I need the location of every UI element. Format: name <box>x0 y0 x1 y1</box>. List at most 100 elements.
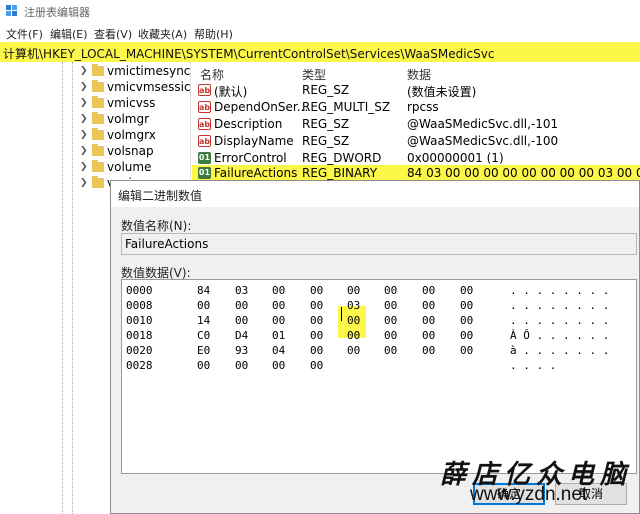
hex-byte[interactable]: 00 <box>235 359 248 372</box>
chevron-right-icon[interactable]: ❯ <box>80 162 88 172</box>
value-data: 0x00000001 (1) <box>407 151 504 165</box>
hex-ascii: À Ô . . . . . . <box>510 329 610 342</box>
list-item[interactable]: ab DisplayName REG_SZ @WaaSMedicSvc.dll,… <box>192 133 640 150</box>
hex-offset: 0008 <box>126 299 153 312</box>
hex-byte[interactable]: 04 <box>272 344 285 357</box>
text-caret <box>341 307 342 321</box>
hex-ascii: . . . . . . . . <box>510 314 610 327</box>
chevron-right-icon[interactable]: ❯ <box>80 178 88 188</box>
hex-byte[interactable]: 00 <box>460 344 473 357</box>
value-data: rpcss <box>407 100 439 114</box>
hex-byte[interactable]: 00 <box>384 329 397 342</box>
chevron-right-icon[interactable]: ❯ <box>80 130 88 140</box>
folder-icon <box>92 160 104 172</box>
hex-byte[interactable]: 00 <box>384 284 397 297</box>
hex-byte[interactable]: 14 <box>197 314 210 327</box>
hex-byte[interactable]: 00 <box>235 299 248 312</box>
hex-byte[interactable]: 00 <box>422 329 435 342</box>
hex-byte[interactable]: C0 <box>197 329 210 342</box>
menu-edit[interactable]: 编辑(E) <box>50 26 88 42</box>
tree-item-label: volume <box>107 160 152 174</box>
chevron-right-icon[interactable]: ❯ <box>80 146 88 156</box>
menu-view[interactable]: 查看(V) <box>94 26 132 42</box>
hex-byte[interactable]: E0 <box>197 344 210 357</box>
watermark-url: www.yzdn.net <box>470 484 588 505</box>
hex-byte[interactable]: 93 <box>235 344 248 357</box>
menu-file[interactable]: 文件(F) <box>6 26 43 42</box>
tree-item-label: vmicvmsessic <box>107 80 191 94</box>
hex-byte[interactable]: 00 <box>310 344 323 357</box>
hex-ascii: . . . . . . . . <box>510 284 610 297</box>
hex-byte[interactable]: 00 <box>460 284 473 297</box>
hex-ascii: . . . . <box>510 359 557 372</box>
column-type-header[interactable]: 类型 <box>302 66 326 83</box>
hex-byte[interactable]: 00 <box>310 284 323 297</box>
hex-byte[interactable]: 00 <box>310 329 323 342</box>
values-list[interactable]: 名称 类型 数据 ab (默认) REG_SZ (数值未设置) ab Depen… <box>192 62 640 182</box>
hex-byte[interactable]: 00 <box>422 299 435 312</box>
value-name: FailureActions <box>214 166 298 180</box>
hex-byte[interactable]: 00 <box>310 299 323 312</box>
binary-value-icon: 01 <box>198 167 211 179</box>
hex-byte[interactable]: 00 <box>422 344 435 357</box>
hex-byte[interactable]: 00 <box>310 359 323 372</box>
hex-byte[interactable]: 00 <box>197 359 210 372</box>
address-path[interactable]: 计算机\HKEY_LOCAL_MACHINE\SYSTEM\CurrentCon… <box>3 45 494 62</box>
list-item[interactable]: ab DependOnSer... REG_MULTI_SZ rpcss <box>192 99 640 116</box>
menu-favorites[interactable]: 收藏夹(A) <box>138 26 187 42</box>
value-name: ErrorControl <box>214 151 287 165</box>
tree-guide-line <box>72 62 73 514</box>
chevron-right-icon[interactable]: ❯ <box>80 114 88 124</box>
value-name-text: FailureActions <box>125 237 209 251</box>
column-data-header[interactable]: 数据 <box>407 66 431 83</box>
hex-byte[interactable]: 84 <box>197 284 210 297</box>
menu-help[interactable]: 帮助(H) <box>194 26 233 42</box>
value-type: REG_MULTI_SZ <box>302 100 391 114</box>
hex-byte[interactable]: 00 <box>422 284 435 297</box>
hex-byte[interactable]: 00 <box>197 299 210 312</box>
folder-icon <box>92 176 104 188</box>
binary-value-icon: 01 <box>198 152 211 164</box>
value-name: Description <box>214 117 283 131</box>
tree-guide-line <box>62 62 63 514</box>
value-name: DependOnSer... <box>214 100 309 114</box>
hex-byte[interactable]: 00 <box>347 284 360 297</box>
hex-byte[interactable]: 01 <box>272 329 285 342</box>
chevron-right-icon[interactable]: ❯ <box>80 66 88 76</box>
hex-byte[interactable]: 00 <box>422 314 435 327</box>
chevron-right-icon[interactable]: ❯ <box>80 82 88 92</box>
hex-byte[interactable]: 00 <box>272 359 285 372</box>
hex-byte[interactable]: 00 <box>384 314 397 327</box>
hex-offset: 0018 <box>126 329 153 342</box>
hex-offset: 0028 <box>126 359 153 372</box>
hex-byte[interactable]: 00 <box>347 329 360 342</box>
folder-icon <box>92 80 104 92</box>
folder-icon <box>92 112 104 124</box>
hex-offset: 0000 <box>126 284 153 297</box>
hex-editor[interactable]: 0000 84 03 00 00 00 00 00 00. . . . . . . . 0008 0… <box>121 279 637 474</box>
hex-byte[interactable]: 03 <box>235 284 248 297</box>
hex-byte[interactable]: 00 <box>384 299 397 312</box>
hex-byte[interactable]: 00 <box>272 284 285 297</box>
hex-byte[interactable]: 00 <box>310 314 323 327</box>
regedit-icon <box>6 5 17 16</box>
hex-byte[interactable]: 00 <box>384 344 397 357</box>
list-item[interactable]: ab Description REG_SZ @WaaSMedicSvc.dll,… <box>192 116 640 133</box>
hex-byte[interactable]: 00 <box>347 314 360 327</box>
hex-byte[interactable]: 03 <box>347 299 360 312</box>
hex-byte[interactable]: 00 <box>460 329 473 342</box>
address-bar[interactable]: 计算机\HKEY_LOCAL_MACHINE\SYSTEM\CurrentCon… <box>0 42 640 62</box>
hex-byte[interactable]: 00 <box>460 314 473 327</box>
hex-byte[interactable]: 00 <box>460 299 473 312</box>
chevron-right-icon[interactable]: ❯ <box>80 98 88 108</box>
hex-byte[interactable]: D4 <box>235 329 248 342</box>
value-data: (数值未设置) <box>407 85 477 99</box>
column-name-header[interactable]: 名称 <box>200 66 224 83</box>
list-item[interactable]: ab (默认) REG_SZ (数值未设置) <box>192 82 640 99</box>
hex-byte[interactable]: 00 <box>272 299 285 312</box>
hex-byte[interactable]: 00 <box>347 344 360 357</box>
hex-byte[interactable]: 00 <box>235 314 248 327</box>
value-type: REG_DWORD <box>302 151 382 165</box>
value-data: @WaaSMedicSvc.dll,-101 <box>407 117 559 131</box>
hex-byte[interactable]: 00 <box>272 314 285 327</box>
